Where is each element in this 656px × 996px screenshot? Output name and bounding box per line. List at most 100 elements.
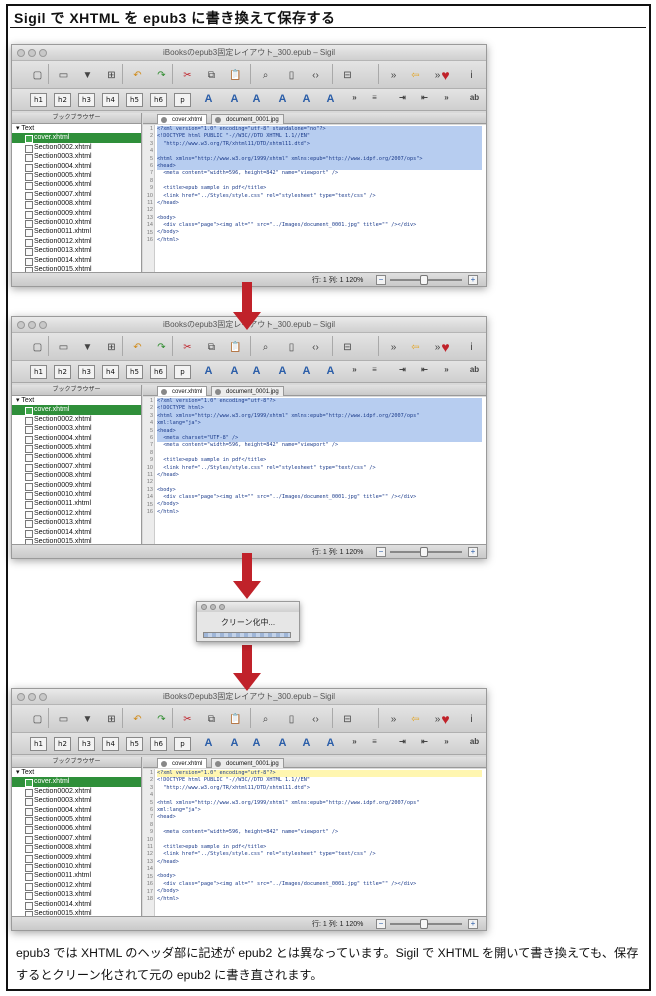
book-view-icon[interactable]: ▯ bbox=[282, 338, 301, 356]
file-item[interactable]: Section0009.xhtml bbox=[12, 853, 141, 864]
tab-close-icon[interactable] bbox=[161, 389, 167, 395]
align-left-icon[interactable]: A bbox=[200, 737, 217, 751]
file-item[interactable]: Section0013.xhtml bbox=[12, 246, 141, 257]
file-item[interactable]: Section0002.xhtml bbox=[12, 143, 141, 154]
indent-icon[interactable]: ⇥ bbox=[394, 93, 411, 107]
code-view-icon[interactable]: ‹› bbox=[306, 338, 325, 356]
paste-icon[interactable]: 📋 bbox=[226, 710, 245, 728]
more-format-icon[interactable]: » bbox=[438, 365, 455, 379]
file-item[interactable]: Section0010.xhtml bbox=[12, 218, 141, 229]
back-arrow-icon[interactable]: ⇦ bbox=[406, 710, 425, 728]
zoom-in-button[interactable]: + bbox=[468, 919, 478, 929]
align-center-icon[interactable]: A bbox=[226, 93, 243, 107]
file-item[interactable]: Section0012.xhtml bbox=[12, 881, 141, 892]
back-arrow-icon[interactable]: ⇦ bbox=[406, 338, 425, 356]
file-item[interactable]: Section0002.xhtml bbox=[12, 787, 141, 798]
chevron-right-icon[interactable]: » bbox=[346, 93, 363, 107]
tab-cover-xhtml[interactable]: cover.xhtml bbox=[157, 114, 208, 124]
file-item[interactable]: Section0008.xhtml bbox=[12, 471, 141, 482]
find-icon[interactable]: ⌕ bbox=[256, 66, 275, 84]
heading-button-h1[interactable]: h1 bbox=[30, 93, 47, 107]
import-icon[interactable]: ⊞ bbox=[102, 710, 121, 728]
save-icon[interactable]: ▼ bbox=[78, 710, 97, 728]
align-center-icon[interactable]: A bbox=[226, 737, 243, 751]
list-icon[interactable]: ≡ bbox=[366, 93, 383, 107]
tree-folder-text[interactable]: ▾ Text bbox=[12, 768, 141, 777]
heading-button-p[interactable]: p bbox=[174, 365, 191, 379]
file-item[interactable]: cover.xhtml bbox=[12, 405, 141, 416]
indent-icon[interactable]: ⇥ bbox=[394, 737, 411, 751]
new-file-icon[interactable]: ▢ bbox=[28, 338, 47, 356]
heading-button-h3[interactable]: h3 bbox=[78, 737, 95, 751]
tab-close-icon[interactable] bbox=[215, 761, 221, 767]
file-item[interactable]: Section0012.xhtml bbox=[12, 509, 141, 520]
ab-icon[interactable]: ab bbox=[466, 365, 483, 379]
heading-button-h5[interactable]: h5 bbox=[126, 737, 143, 751]
redo-icon[interactable]: ↷ bbox=[152, 66, 171, 84]
book-view-icon[interactable]: ▯ bbox=[282, 66, 301, 84]
strike-icon[interactable]: A bbox=[298, 93, 315, 107]
tab-close-icon[interactable] bbox=[215, 389, 221, 395]
superscript-icon[interactable]: A bbox=[322, 737, 339, 751]
heading-button-h4[interactable]: h4 bbox=[102, 93, 119, 107]
file-item[interactable]: Section0004.xhtml bbox=[12, 434, 141, 445]
strike-icon[interactable]: A bbox=[298, 737, 315, 751]
outdent-icon[interactable]: ⇤ bbox=[416, 93, 433, 107]
file-item[interactable]: Section0006.xhtml bbox=[12, 452, 141, 463]
close-icon[interactable] bbox=[201, 604, 207, 610]
align-right-icon[interactable]: A bbox=[248, 365, 265, 379]
ab-icon[interactable]: ab bbox=[466, 737, 483, 751]
file-item[interactable]: Section0013.xhtml bbox=[12, 518, 141, 529]
info-icon[interactable]: ⅰ bbox=[462, 338, 481, 356]
redo-icon[interactable]: ↷ bbox=[152, 710, 171, 728]
tab-close-icon[interactable] bbox=[215, 117, 221, 123]
find-icon[interactable]: ⌕ bbox=[256, 710, 275, 728]
file-item[interactable]: cover.xhtml bbox=[12, 133, 141, 144]
align-left-icon[interactable]: A bbox=[200, 365, 217, 379]
file-item[interactable]: Section0006.xhtml bbox=[12, 180, 141, 191]
heading-button-h1[interactable]: h1 bbox=[30, 365, 47, 379]
file-item[interactable]: Section0006.xhtml bbox=[12, 824, 141, 835]
split-view-icon[interactable]: ⊟ bbox=[338, 338, 357, 356]
file-item[interactable]: Section0007.xhtml bbox=[12, 834, 141, 845]
copy-icon[interactable]: ⧉ bbox=[202, 710, 221, 728]
heading-button-p[interactable]: p bbox=[174, 93, 191, 107]
zoom-out-button[interactable]: − bbox=[376, 275, 386, 285]
heading-button-p[interactable]: p bbox=[174, 737, 191, 751]
open-folder-icon[interactable]: ▭ bbox=[54, 66, 73, 84]
book-view-icon[interactable]: ▯ bbox=[282, 710, 301, 728]
tab-cover-xhtml[interactable]: cover.xhtml bbox=[157, 758, 208, 768]
open-folder-icon[interactable]: ▭ bbox=[54, 338, 73, 356]
zoom-in-button[interactable]: + bbox=[468, 275, 478, 285]
paste-icon[interactable]: 📋 bbox=[226, 338, 245, 356]
heart-icon[interactable]: ♥ bbox=[436, 338, 455, 356]
align-left-icon[interactable]: A bbox=[200, 93, 217, 107]
info-icon[interactable]: ⅰ bbox=[462, 66, 481, 84]
heading-button-h5[interactable]: h5 bbox=[126, 93, 143, 107]
indent-icon[interactable]: ⇥ bbox=[394, 365, 411, 379]
cut-icon[interactable]: ✂ bbox=[178, 66, 197, 84]
file-item[interactable]: cover.xhtml bbox=[12, 777, 141, 788]
more-icon[interactable]: » bbox=[480, 338, 486, 356]
ab-icon[interactable]: ab bbox=[466, 93, 483, 107]
minimize-icon[interactable] bbox=[210, 604, 216, 610]
cut-icon[interactable]: ✂ bbox=[178, 338, 197, 356]
file-item[interactable]: Section0007.xhtml bbox=[12, 190, 141, 201]
info-icon[interactable]: ⅰ bbox=[462, 710, 481, 728]
underline-icon[interactable]: A bbox=[274, 737, 291, 751]
file-item[interactable]: Section0014.xhtml bbox=[12, 256, 141, 267]
heading-button-h4[interactable]: h4 bbox=[102, 737, 119, 751]
code-view-icon[interactable]: ‹› bbox=[306, 710, 325, 728]
paste-icon[interactable]: 📋 bbox=[226, 66, 245, 84]
file-item[interactable]: Section0002.xhtml bbox=[12, 415, 141, 426]
more-format-icon[interactable]: » bbox=[438, 737, 455, 751]
file-item[interactable]: Section0005.xhtml bbox=[12, 171, 141, 182]
heading-button-h3[interactable]: h3 bbox=[78, 365, 95, 379]
file-item[interactable]: Section0005.xhtml bbox=[12, 443, 141, 454]
copy-icon[interactable]: ⧉ bbox=[202, 66, 221, 84]
heading-button-h6[interactable]: h6 bbox=[150, 365, 167, 379]
file-item[interactable]: Section0011.xhtml bbox=[12, 499, 141, 510]
code-view-icon[interactable]: ‹› bbox=[306, 66, 325, 84]
split-view-icon[interactable]: ⊟ bbox=[338, 710, 357, 728]
save-icon[interactable]: ▼ bbox=[78, 66, 97, 84]
